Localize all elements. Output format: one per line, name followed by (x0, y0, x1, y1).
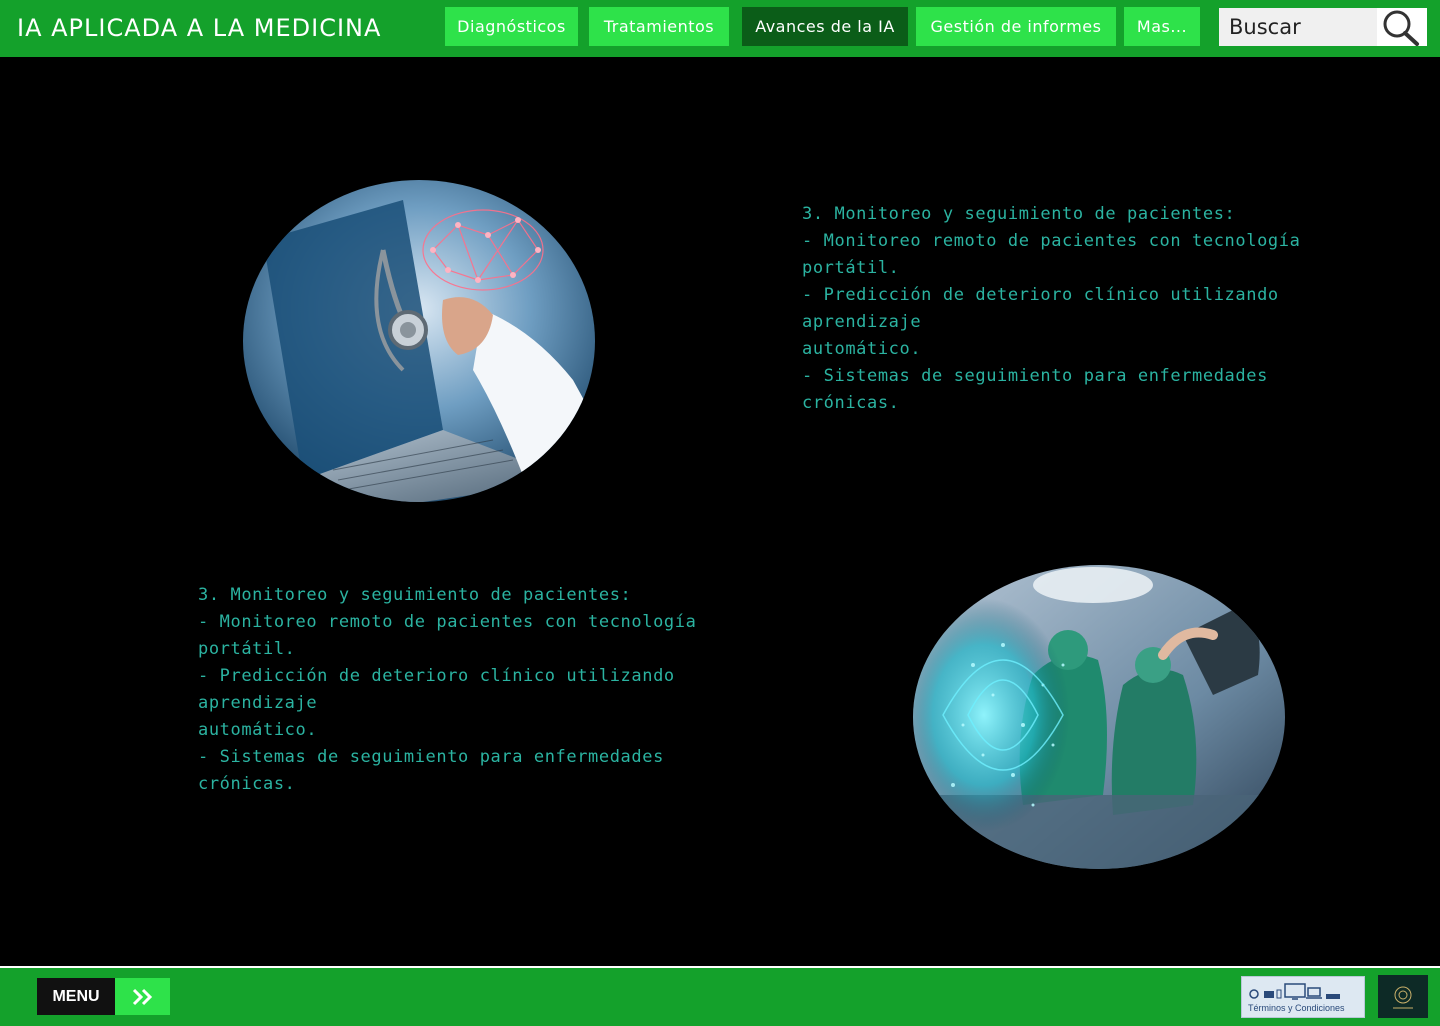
search-input[interactable] (1219, 8, 1377, 46)
section-1-line: - Sistemas de seguimiento para enfermeda… (802, 366, 1268, 386)
devices-icon (1249, 983, 1340, 1000)
nav-gestion-informes[interactable]: Gestión de informes (916, 7, 1116, 46)
top-nav-bar: IA APLICADA A LA MEDICINA Diagnósticos T… (0, 0, 1440, 57)
institution-logo (1378, 975, 1428, 1018)
section-1-line: - Monitoreo remoto de pacientes con tecn… (802, 231, 1301, 251)
section-2-line: automático. (198, 720, 318, 740)
section-1-line: portátil. (802, 258, 900, 278)
section-1-text: 3. Monitoreo y seguimiento de pacientes:… (802, 201, 1332, 417)
section-2-line: portátil. (198, 639, 296, 659)
section-2-line: crónicas. (198, 774, 296, 794)
nav-diagnosticos[interactable]: Diagnósticos (445, 7, 578, 46)
section-2-line: - Sistemas de seguimiento para enfermeda… (198, 747, 664, 767)
section-2-text: 3. Monitoreo y seguimiento de pacientes:… (198, 582, 728, 798)
nav-avances-ia[interactable]: Avances de la IA (742, 7, 908, 46)
site-title: IA APLICADA A LA MEDICINA (17, 14, 382, 42)
footer-bar: MENU Términos y Condiciones (0, 968, 1440, 1026)
search-icon (1383, 10, 1419, 46)
surgery-hologram-image (913, 565, 1285, 869)
terms-and-conditions-link[interactable]: Términos y Condiciones (1241, 976, 1365, 1018)
double-chevron-right-icon (115, 978, 170, 1015)
section-1-line: - Predicción de deterioro clínico utiliz… (802, 285, 1279, 332)
section-1-line: automático. (802, 339, 922, 359)
section-2-line: - Monitoreo remoto de pacientes con tecn… (198, 612, 697, 632)
section-1-line: crónicas. (802, 393, 900, 413)
section-1-heading: 3. Monitoreo y seguimiento de pacientes: (802, 204, 1236, 224)
section-2-heading: 3. Monitoreo y seguimiento de pacientes: (198, 585, 632, 605)
menu-button[interactable]: MENU (37, 978, 170, 1015)
menu-label: MENU (37, 978, 115, 1015)
terms-label: Términos y Condiciones (1248, 1003, 1345, 1013)
nav-tratamientos[interactable]: Tratamientos (589, 7, 729, 46)
nav-mas[interactable]: Mas... (1124, 7, 1200, 46)
doctor-laptop-brain-image (243, 180, 595, 502)
search-button[interactable] (1377, 8, 1427, 46)
section-2-line: - Predicción de deterioro clínico utiliz… (198, 666, 675, 713)
search-box (1219, 8, 1427, 46)
